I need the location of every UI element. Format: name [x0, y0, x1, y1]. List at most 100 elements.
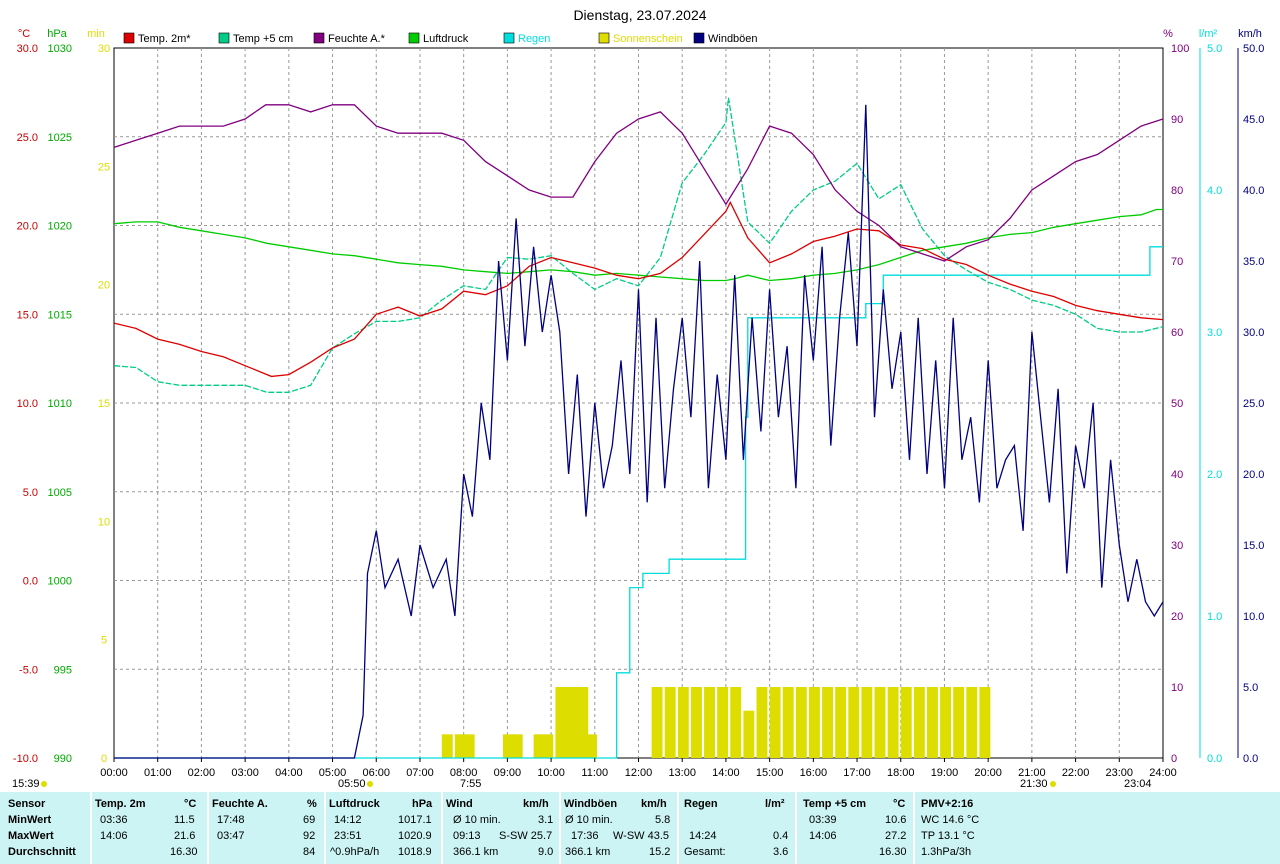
wind-axis-tick-label: 10.0 [1243, 611, 1264, 623]
sun-icon [41, 781, 47, 787]
temp-axis-tick-label: -10.0 [13, 753, 38, 765]
x-tick-label: 13:00 [668, 767, 696, 779]
sun-axis-tick-label: 10 [98, 516, 110, 528]
gusts-avg10-val: 5.8 [655, 814, 671, 826]
x-tick-label: 18:00 [887, 767, 915, 779]
temp5-min-time: 03:39 [809, 814, 837, 826]
pressure-title: Luftdruck [329, 798, 380, 810]
sunshine-bar [704, 687, 715, 758]
x-tick-label: 06:00 [362, 767, 390, 779]
temp-axis-tick-label: 15.0 [17, 309, 38, 321]
sunshine-bar [966, 687, 978, 758]
pressure-axis-tick-label: 1000 [48, 576, 72, 588]
temp5-title: Temp +5 cm [803, 798, 867, 810]
rain-total-val: 3.6 [773, 846, 789, 858]
wind-axis-tick-label: 40.0 [1243, 185, 1264, 197]
mark-a-label: 7:55 [460, 778, 481, 790]
wind-column: Wind km/h Ø 10 min. 3.1 09:13 S-SW 25.7 … [443, 792, 558, 864]
x-tick-label: 00:00 [100, 767, 128, 779]
sunshine-bar [926, 687, 938, 758]
x-tick-label: 07:00 [406, 767, 434, 779]
wind-avg10-label: Ø 10 min. [453, 814, 501, 826]
sunshine-bar [756, 687, 768, 758]
sunshine-bar [874, 687, 886, 758]
wind-axis-tick-label: 35.0 [1243, 256, 1264, 268]
legend-label: Sonnenschein [613, 33, 683, 45]
temp2m-column: Temp. 2m °C 03:36 11.5 14:06 21.6 16.30 [92, 792, 207, 864]
gusts-distance: 366.1 km [565, 846, 611, 858]
pressure-trend: ^0.9hPa/h [330, 846, 380, 858]
wind-max-time: 09:13 [453, 830, 481, 842]
divider [913, 792, 915, 864]
temp5-unit: °C [893, 798, 906, 810]
humidity-min-val: 69 [303, 814, 316, 826]
divider [207, 792, 209, 864]
gusts-max-time: 17:36 [571, 830, 599, 842]
statistics-panel: Sensor MinWert MaxWert Durchschnitt Temp… [0, 792, 1280, 864]
sunshine-bar [861, 687, 873, 758]
pressure-axis-tick-label: 995 [54, 664, 72, 676]
legend-label: Regen [518, 33, 550, 45]
humidity-axis-tick-label: 10 [1171, 682, 1183, 694]
x-tick-label: 10:00 [537, 767, 565, 779]
rain-axis-tick-label: 1.0 [1207, 611, 1222, 623]
humidity-title: Feuchte A. [212, 798, 268, 810]
x-tick-label: 19:00 [931, 767, 959, 779]
sun-axis-unit-label: min [87, 28, 105, 40]
rain-column: Regen l/m² 14:24 0.4 Gesamt: 3.6 [679, 792, 794, 864]
x-tick-label: 17:00 [843, 767, 871, 779]
pressure-avg: 1018.9 [398, 846, 432, 858]
temp2m-max-time: 14:06 [100, 830, 128, 842]
x-tick-label: 22:00 [1062, 767, 1090, 779]
pmv-title: PMV+2:16 [921, 798, 974, 810]
legend-swatch [408, 32, 420, 44]
sunshine-bar [769, 687, 781, 758]
wind-distance: 366.1 km [453, 846, 499, 858]
sunshine-bar [586, 734, 597, 758]
gusts-title: Windböen [564, 798, 618, 810]
gusts-avg10-label: Ø 10 min. [565, 814, 613, 826]
humidity-min-time: 17:48 [217, 814, 245, 826]
temp5-avg: 16.30 [879, 846, 907, 858]
legend-label: Windböen [708, 33, 758, 45]
sunshine-bar [782, 687, 794, 758]
sunshine-bar [677, 687, 689, 758]
pressure-axis-tick-label: 1005 [48, 487, 72, 499]
pressure-min-val: 1017.1 [398, 814, 432, 826]
x-tick-label: 24:00 [1149, 767, 1177, 779]
pressure-axis-tick-label: 1020 [48, 221, 72, 233]
x-tick-label: 20:00 [974, 767, 1002, 779]
temp-axis-tick-label: 20.0 [17, 221, 38, 233]
sunshine-bar [953, 687, 965, 758]
wind-max-val: S-SW 25.7 [499, 830, 553, 842]
gusts-avg: 15.2 [649, 846, 671, 858]
sunset-label: 21:30 [1020, 778, 1048, 790]
humidity-axis-tick-label: 30 [1171, 540, 1183, 552]
rain-axis-tick-label: 5.0 [1207, 43, 1222, 55]
pressure-axis-tick-label: 1010 [48, 398, 72, 410]
temp5-max-time: 14:06 [809, 830, 837, 842]
rain-title: Regen [684, 798, 718, 810]
temp5-column: Temp +5 cm °C 03:39 10.6 14:06 27.2 16.3… [797, 792, 912, 864]
sunshine-bar [887, 687, 899, 758]
temp2m-avg: 16.30 [170, 846, 198, 858]
sunshine-bar [690, 687, 702, 758]
pressure-axis-unit-label: hPa [47, 28, 67, 40]
divider [324, 792, 326, 864]
temp5-max-val: 27.2 [885, 830, 907, 842]
temp-axis-tick-label: 10.0 [17, 398, 38, 410]
x-tick-label: 11:00 [581, 767, 608, 779]
temp-axis-tick-label: 25.0 [17, 132, 38, 144]
pmv-windchill: WC 14.6 °C [921, 814, 980, 826]
under-axis-labels: 15:39 05:50 7:55 21:30 23:04 [12, 778, 1152, 790]
sun-axis-tick-label: 0 [101, 753, 107, 765]
legend-swatch [598, 32, 610, 44]
temp2m-max-val: 21.6 [174, 830, 196, 842]
humidity-axis-tick-label: 20 [1171, 611, 1183, 623]
sunshine-bar [795, 687, 807, 758]
pressure-axis-tick-label: 1030 [48, 43, 72, 55]
wind-axis-tick-label: 50.0 [1243, 43, 1264, 55]
sun-axis-tick-label: 30 [98, 43, 110, 55]
chart-title: Dienstag, 23.07.2024 [573, 7, 706, 23]
sunshine-bar [511, 734, 523, 758]
